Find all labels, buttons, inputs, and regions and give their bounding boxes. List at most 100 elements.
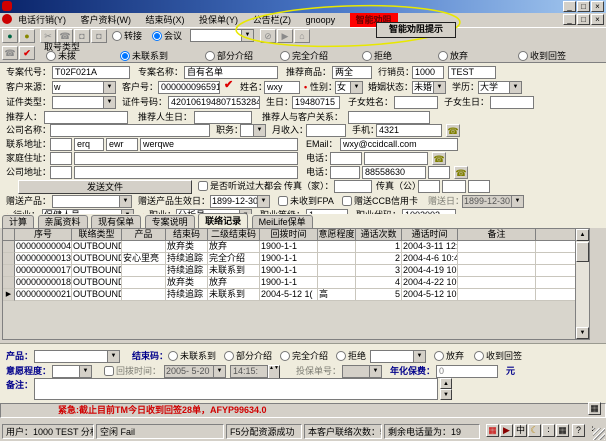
birth-field[interactable]: 19480715 xyxy=(292,96,340,109)
child-birth-field[interactable] xyxy=(490,96,534,109)
scroll-down-icon[interactable]: ▼ xyxy=(576,327,589,339)
tab-project-desc[interactable]: 专案说明 xyxy=(145,215,195,229)
tab-relatives[interactable]: 亲属资料 xyxy=(38,215,88,229)
tab-meilife[interactable]: MeiLife保单 xyxy=(252,215,313,229)
dial-phone1-icon[interactable]: ☎ xyxy=(432,152,446,165)
mdi-restore-button[interactable]: □ xyxy=(577,14,590,25)
menu-bulletin[interactable]: 公告栏(Z) xyxy=(247,13,298,27)
dial-phone-icon[interactable]: ☎ xyxy=(2,46,18,60)
heard-metlife-checkbox[interactable] xyxy=(198,181,208,191)
tab-contact-records[interactable]: 联络记录 xyxy=(198,213,248,228)
phone1-field-1[interactable] xyxy=(330,152,362,165)
job-select[interactable]: ▼ xyxy=(240,124,266,137)
fax-office-field-3[interactable] xyxy=(468,180,490,193)
dial-mobile-icon[interactable]: ☎ xyxy=(446,124,460,137)
note-scroll-down-icon[interactable]: ▼ xyxy=(440,389,452,400)
scrollbar-thumb[interactable] xyxy=(576,242,589,262)
send-file-button[interactable]: 发送文件 xyxy=(18,180,192,194)
endcode-radio-signed[interactable] xyxy=(474,351,484,361)
col-calls[interactable]: 通话次数 xyxy=(356,229,402,241)
table-row[interactable]: 00000000017 OUTBOUND 持续追踪 未联系到 1900-1-1 … xyxy=(3,265,589,277)
company-addr-field-2[interactable] xyxy=(74,166,298,179)
contact-addr-field-2[interactable]: erq xyxy=(74,138,104,151)
col-callback[interactable]: 回拨时间 xyxy=(260,229,318,241)
id-no-field[interactable]: 420106194807153284 xyxy=(168,96,260,109)
close-button[interactable]: × xyxy=(591,1,604,12)
fpa-checkbox[interactable] xyxy=(278,196,288,206)
endcode-radio-partial[interactable] xyxy=(224,351,234,361)
fax-office-field-1[interactable] xyxy=(418,180,440,193)
home-icon[interactable]: ⌂ xyxy=(294,29,310,43)
unlock-icon[interactable]: ◘ xyxy=(91,29,107,43)
dialtype-radio-notdialed[interactable] xyxy=(46,51,56,61)
premium-field[interactable]: 0 xyxy=(436,365,498,378)
callback-date-select[interactable]: 2005- 5-20▼ xyxy=(164,365,226,378)
cancel-icon[interactable]: ⊘ xyxy=(260,29,276,43)
vertical-scrollbar[interactable]: ▲ ▼ xyxy=(575,229,589,339)
reject-detail-select[interactable]: ▼ xyxy=(370,350,426,363)
contact-addr-field-3[interactable]: ewr xyxy=(106,138,138,151)
col-time[interactable]: 通话时间 xyxy=(402,229,458,241)
dialtype-radio-reject[interactable] xyxy=(362,51,372,61)
menu-customer-data[interactable]: 客户资料(W) xyxy=(75,13,138,27)
email-field[interactable]: wxy@ccidcall.com xyxy=(340,138,458,151)
phone2-field-3[interactable] xyxy=(428,166,450,179)
education-select[interactable]: 大学▼ xyxy=(478,81,522,94)
home-addr-field-2[interactable] xyxy=(74,152,298,165)
table-row-current[interactable]: ▶ 00000000021 OUTBOUND 持续追踪 未联系到 2004-5-… xyxy=(3,289,589,301)
gift-date-select[interactable]: 1899-12-30▼ xyxy=(210,195,270,208)
endcode-radio-reject[interactable] xyxy=(336,351,346,361)
dialtype-radio-full[interactable] xyxy=(280,51,290,61)
mdi-minimize-button[interactable]: _ xyxy=(563,14,576,25)
hangup-call-icon[interactable]: ● xyxy=(19,29,35,43)
note-scroll-up-icon[interactable]: ▲ xyxy=(440,378,452,389)
ccb-checkbox[interactable] xyxy=(342,196,352,206)
gift-product-select[interactable]: ▼ xyxy=(52,195,132,208)
income-field[interactable] xyxy=(306,124,346,137)
col-seq[interactable]: 序号 xyxy=(15,229,72,241)
endcode-radio-notreached[interactable] xyxy=(168,351,178,361)
child-name-field[interactable] xyxy=(394,96,438,109)
menu-policy-form[interactable]: 投保单(Y) xyxy=(193,13,244,27)
dialtype-radio-abandon[interactable] xyxy=(438,51,448,61)
company-field[interactable] xyxy=(50,124,210,137)
scroll-up-icon[interactable]: ▲ xyxy=(576,229,589,241)
menu-gnoopy[interactable]: gnoopy xyxy=(300,13,342,27)
dialtype-radio-partial[interactable] xyxy=(205,51,215,61)
mobile-field[interactable]: 4321 xyxy=(376,124,442,137)
tab-calc[interactable]: 计算 xyxy=(2,215,34,229)
referrer-birth-field[interactable] xyxy=(194,111,252,124)
col-intent[interactable]: 意愿程度 xyxy=(318,229,356,241)
col-note[interactable]: 备注 xyxy=(458,229,536,241)
col-code[interactable]: 结束码 xyxy=(166,229,208,241)
callback-time-field[interactable]: 14:15: xyxy=(230,365,268,378)
play-icon[interactable]: ▶ xyxy=(277,29,293,43)
gender-select[interactable]: 女▼ xyxy=(335,81,363,94)
referrer-rel-field[interactable] xyxy=(348,111,430,124)
agent-id-field[interactable]: 1000 xyxy=(412,66,444,79)
note-textarea[interactable] xyxy=(34,378,438,400)
conference-radio[interactable] xyxy=(152,31,162,41)
rec-product-field[interactable]: 两全 xyxy=(332,66,372,79)
ime-pen-icon[interactable]: ▶ xyxy=(500,424,513,437)
ime-mode-icon[interactable]: 中 xyxy=(514,424,527,437)
policy-no-select[interactable]: ▼ xyxy=(342,365,382,378)
mdi-close-button[interactable]: × xyxy=(591,14,604,25)
intent-select[interactable]: ▼ xyxy=(52,365,92,378)
confirm-check-icon[interactable]: ✔ xyxy=(19,46,35,60)
transfer-radio[interactable] xyxy=(112,31,122,41)
fax-home-field[interactable] xyxy=(334,180,372,193)
menu-telemarketing[interactable]: 电话行销(Y) xyxy=(12,13,72,27)
id-type-select[interactable]: ▼ xyxy=(52,96,116,109)
minimize-button[interactable]: _ xyxy=(563,1,576,12)
answer-call-icon[interactable]: ● xyxy=(2,29,18,43)
col-product[interactable]: 产品 xyxy=(122,229,166,241)
fax-office-field-2[interactable] xyxy=(442,180,466,193)
project-name-field[interactable]: 自有名单 xyxy=(184,66,278,79)
customer-no-field[interactable]: 000000096591 xyxy=(158,81,220,94)
table-row[interactable]: 00000000004 OUTBOUND 放弃类 放弃 1900-1-1 1 2… xyxy=(3,241,589,253)
phone2-field-2[interactable]: 88558630 xyxy=(362,166,426,179)
help-button[interactable]: ? xyxy=(572,424,585,437)
ccb-date-select[interactable]: 1899-12-30▼ xyxy=(462,195,524,208)
referrer-field[interactable] xyxy=(44,111,128,124)
